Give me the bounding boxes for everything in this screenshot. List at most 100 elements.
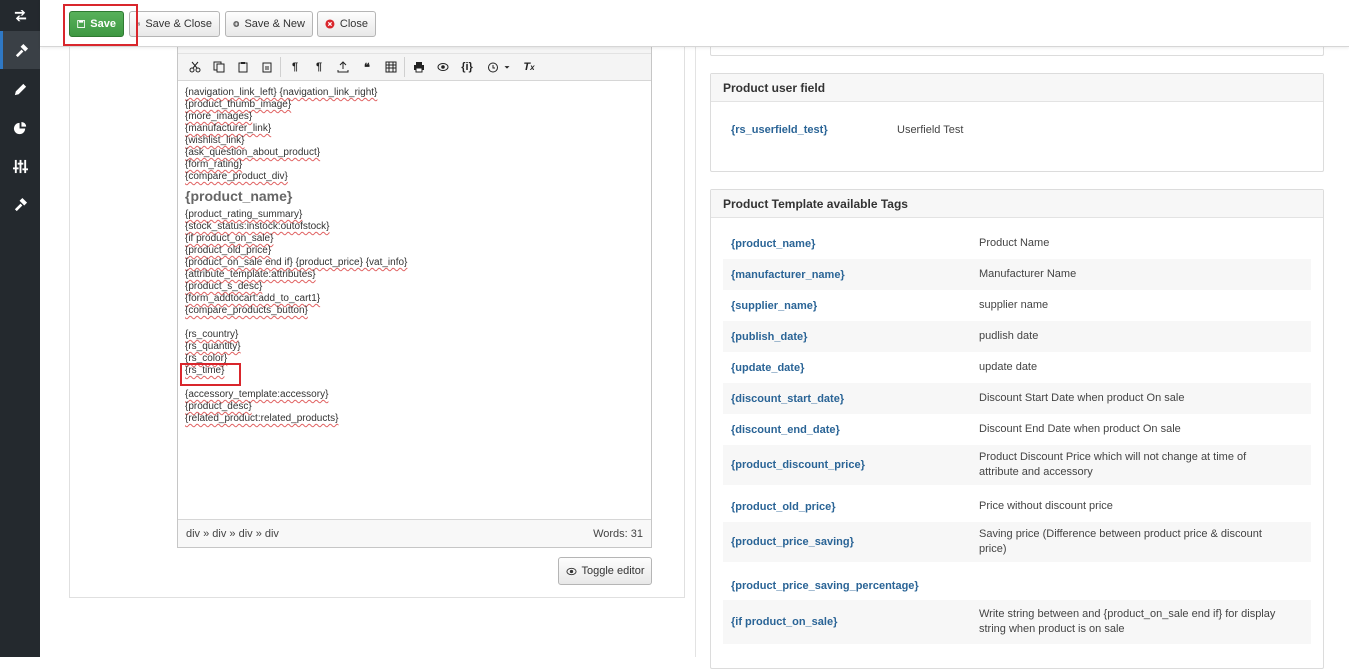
template-tag-line: {compare_products_button}	[185, 305, 308, 316]
template-tag-line: {rs_quantity}	[185, 341, 241, 352]
word-count: Words: 31	[593, 527, 643, 540]
toolbar-separator	[280, 57, 281, 77]
tag-description: Discount Start Date when product On sale	[979, 392, 1185, 404]
plus-circle-icon	[233, 21, 240, 27]
tag-row: {manufacturer_name} Manufacturer Name	[723, 259, 1311, 290]
tag-description: Price without discount price	[979, 500, 1113, 512]
cut-icon[interactable]	[186, 59, 204, 75]
sidebar-toggle-icon[interactable]	[0, 0, 40, 35]
template-tag-line: {rs_time}	[185, 365, 225, 376]
tag-name[interactable]: {supplier_name}	[723, 300, 979, 312]
toolbar-separator	[404, 57, 405, 77]
tag-row: {product_price_saving_percentage}	[723, 570, 1311, 601]
template-tag-line: {accessory_template:accessory}	[185, 389, 329, 400]
tag-description: update date	[979, 361, 1038, 373]
template-editor[interactable]: ¶ ¶ ❝ {i} Tx {navigation_link_left} {nav…	[177, 40, 652, 548]
save-new-button[interactable]: Save & New	[225, 11, 313, 37]
close-icon	[325, 19, 335, 29]
sidebar-item-sliders[interactable]	[0, 147, 40, 185]
save-new-label: Save & New	[244, 18, 305, 30]
toggle-editor-label: Toggle editor	[581, 565, 645, 577]
tag-name[interactable]: {if product_on_sale}	[723, 616, 979, 628]
template-tag-line: {navigation_link_left} {navigation_link_…	[185, 87, 378, 98]
chevron-down-icon[interactable]	[502, 59, 512, 75]
template-tags-card: Product Template available Tags {product…	[710, 189, 1324, 669]
paragraph-rtl-icon[interactable]: ¶	[310, 59, 328, 75]
tag-name[interactable]: {discount_start_date}	[723, 393, 979, 405]
table-icon[interactable]	[382, 59, 400, 75]
save-close-button[interactable]: Save & Close	[129, 11, 220, 37]
tag-description: Product Name	[979, 237, 1050, 249]
save-close-label: Save & Close	[145, 18, 212, 30]
clear-format-icon[interactable]: Tx	[520, 59, 538, 75]
editor-status-bar: div » div » div » div Words: 31	[178, 519, 651, 547]
template-tag-line: {product_rating_summary}	[185, 209, 303, 220]
clock-icon[interactable]	[484, 59, 502, 75]
template-tag-line: {product_old_price}	[185, 245, 272, 256]
template-tag-line: {manufacturer_link}	[185, 123, 272, 134]
tag-row: {update_date} update date	[723, 352, 1311, 383]
tag-name[interactable]: {product_name}	[723, 238, 979, 250]
editor-toolbar: ¶ ¶ ❝ {i} Tx	[178, 41, 651, 81]
userfield-row: {rs_userfield_test} Userfield Test	[723, 122, 1311, 138]
tag-name[interactable]: {manufacturer_name}	[723, 269, 979, 281]
product-user-field-card: Product user field {rs_userfield_test} U…	[710, 73, 1324, 172]
paragraph-icon[interactable]: ¶	[286, 59, 304, 75]
print-icon[interactable]	[410, 59, 428, 75]
template-tag-line: {related_product:related_products}	[185, 413, 339, 424]
column-divider	[695, 40, 696, 657]
sidebar-item-hammer[interactable]	[0, 31, 40, 69]
preview-icon[interactable]	[434, 59, 452, 75]
highlight-save	[63, 4, 138, 46]
top-toolbar: Save Save & Close Save & New Close	[40, 0, 1349, 47]
userfield-tag[interactable]: {rs_userfield_test}	[723, 124, 897, 136]
element-path[interactable]: div » div » div » div	[186, 528, 279, 540]
tag-description: Discount End Date when product On sale	[979, 423, 1181, 435]
template-tag-line: {compare_product_div}	[185, 171, 288, 182]
template-tag-line: {rs_color}	[185, 353, 228, 364]
userfield-value: Userfield Test	[897, 123, 964, 136]
tag-name[interactable]: {publish_date}	[723, 331, 979, 343]
template-tag-line: {more_images}	[185, 111, 253, 122]
close-label: Close	[339, 18, 368, 30]
sidebar-item-pencil[interactable]	[0, 70, 40, 108]
paste-text-icon[interactable]	[258, 59, 276, 75]
close-button[interactable]: Close	[317, 11, 376, 37]
template-tag-line: {wishlist_link}	[185, 135, 245, 146]
template-tag-line: {stock_status:instock:outofstock}	[185, 221, 330, 232]
tag-description: Manufacturer Name	[979, 268, 1077, 280]
sidebar-item-hammer-2[interactable]	[0, 185, 40, 223]
tag-row: {publish_date} pudlish date	[723, 321, 1311, 352]
product-name-heading: {product_name}	[185, 188, 293, 204]
tag-row: {supplier_name} supplier name	[723, 290, 1311, 321]
sidebar-item-piechart[interactable]	[0, 109, 40, 147]
card-title: Product user field	[711, 74, 1323, 102]
template-tag-line: {product_thumb_image}	[185, 99, 292, 110]
template-tag-line: {if product_on_sale}	[185, 233, 274, 244]
template-tag-line: {rs_country}	[185, 329, 239, 340]
tag-description: Saving price (Difference between product…	[979, 528, 1262, 555]
tag-name[interactable]: {product_price_saving}	[723, 536, 979, 548]
tag-row: {product_discount_price} Product Discount…	[723, 445, 1311, 485]
tag-name[interactable]: {update_date}	[723, 362, 979, 374]
tag-name[interactable]: {product_old_price}	[723, 501, 979, 513]
toggle-editor-button[interactable]: Toggle editor	[558, 557, 652, 585]
tag-name[interactable]: {product_discount_price}	[723, 459, 979, 471]
template-tag-line: {product_desc}	[185, 401, 252, 412]
editor-content[interactable]: {navigation_link_left} {navigation_link_…	[185, 87, 645, 425]
left-sidebar	[0, 0, 40, 657]
tag-name[interactable]: {product_price_saving_percentage}	[723, 580, 979, 592]
tag-row: {product_price_saving} Saving price (Diff…	[723, 522, 1311, 562]
upload-icon[interactable]	[334, 59, 352, 75]
eye-icon	[565, 567, 577, 575]
copy-icon[interactable]	[210, 59, 228, 75]
blockquote-icon[interactable]: ❝	[358, 59, 376, 75]
paste-icon[interactable]	[234, 59, 252, 75]
tag-row: {product_old_price} Price without discoun…	[723, 491, 1311, 522]
code-icon[interactable]: {i}	[458, 59, 476, 75]
tag-row: {if product_on_sale} Write string between…	[723, 600, 1311, 644]
template-tag-line: {form_rating}	[185, 159, 243, 170]
tag-row: {product_name} Product Name	[723, 228, 1311, 259]
tag-name[interactable]: {discount_end_date}	[723, 424, 979, 436]
tag-description: Product Discount Price which will not ch…	[979, 451, 1247, 478]
